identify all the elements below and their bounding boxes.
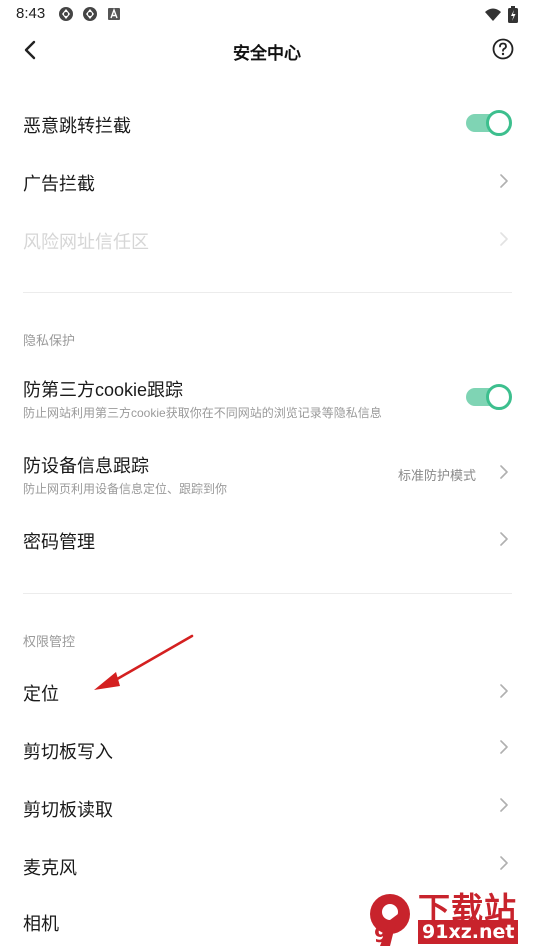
battery-charging-icon: [508, 6, 518, 23]
status-left-icons: [58, 6, 122, 22]
ad-block-row[interactable]: 广告拦截: [0, 152, 534, 210]
location-label: 定位: [23, 684, 59, 704]
privacy-section-label: 隐私保护: [23, 333, 76, 348]
malicious-redirect-row[interactable]: 恶意跳转拦截: [0, 96, 534, 152]
chevron-right-icon: [500, 232, 508, 246]
chevron-right-icon: [500, 856, 508, 870]
third-party-cookie-toggle[interactable]: [466, 384, 512, 410]
password-manager-label: 密码管理: [23, 532, 95, 552]
device-tracking-mode-value: 标准防护模式: [397, 468, 476, 483]
chevron-right-icon: [500, 465, 508, 479]
app-notification-icon: [83, 7, 97, 21]
malicious-redirect-label: 恶意跳转拦截: [23, 116, 131, 136]
nav-bar: 安全中心: [0, 28, 534, 72]
font-a-icon: [108, 8, 120, 20]
watermark-logo-icon: 9: [370, 894, 410, 947]
device-tracking-label: 防设备信息跟踪: [23, 456, 149, 476]
location-row[interactable]: 定位: [0, 662, 534, 720]
clipboard-read-row[interactable]: 剪切板读取: [0, 778, 534, 836]
clipboard-read-label: 剪切板读取: [23, 800, 113, 820]
permissions-section-label: 权限管控: [23, 634, 76, 649]
toggle-knob: [486, 110, 512, 136]
third-party-cookie-description: 防止网站利用第三方cookie获取你在不同网站的浏览记录等隐私信息: [23, 406, 382, 420]
status-bar: 8:43: [0, 0, 534, 28]
status-time: 8:43: [16, 5, 46, 22]
watermark-logo-text: 9: [374, 923, 388, 947]
microphone-label: 麦克风: [23, 858, 77, 878]
device-tracking-description: 防止网页利用设备信息定位、跟踪到你: [23, 482, 228, 496]
clipboard-write-row[interactable]: 剪切板写入: [0, 720, 534, 778]
section-divider: [23, 593, 512, 594]
malicious-redirect-toggle[interactable]: [466, 110, 512, 136]
risky-url-trust-row[interactable]: 风险网址信任区: [0, 210, 534, 268]
app-notification-icon: [59, 7, 73, 21]
chevron-right-icon: [500, 684, 508, 698]
third-party-cookie-row[interactable]: 防第三方cookie跟踪 防止网站利用第三方cookie获取你在不同网站的浏览记…: [0, 366, 534, 428]
watermark-url: 91xz.net: [418, 920, 519, 944]
camera-label: 相机: [23, 914, 59, 934]
chevron-right-icon: [500, 740, 508, 754]
third-party-cookie-label: 防第三方cookie跟踪: [23, 380, 184, 400]
password-manager-row[interactable]: 密码管理: [0, 510, 534, 568]
device-tracking-row[interactable]: 防设备信息跟踪 防止网页利用设备信息定位、跟踪到你 标准防护模式: [0, 442, 534, 506]
ad-block-label: 广告拦截: [23, 174, 95, 194]
page-title: 安全中心: [233, 44, 301, 63]
watermark: 9 下载站 91xz.net: [356, 880, 534, 950]
chevron-right-icon: [500, 798, 508, 812]
chevron-right-icon: [500, 174, 508, 188]
section-divider: [23, 292, 512, 293]
help-button[interactable]: [490, 36, 516, 62]
wifi-icon: [485, 8, 501, 21]
toggle-knob: [486, 384, 512, 410]
help-circle-icon: [492, 38, 514, 60]
chevron-right-icon: [500, 532, 508, 546]
risky-url-trust-label: 风险网址信任区: [23, 232, 149, 252]
clipboard-write-label: 剪切板写入: [23, 742, 113, 762]
status-right-icons: [484, 6, 518, 23]
